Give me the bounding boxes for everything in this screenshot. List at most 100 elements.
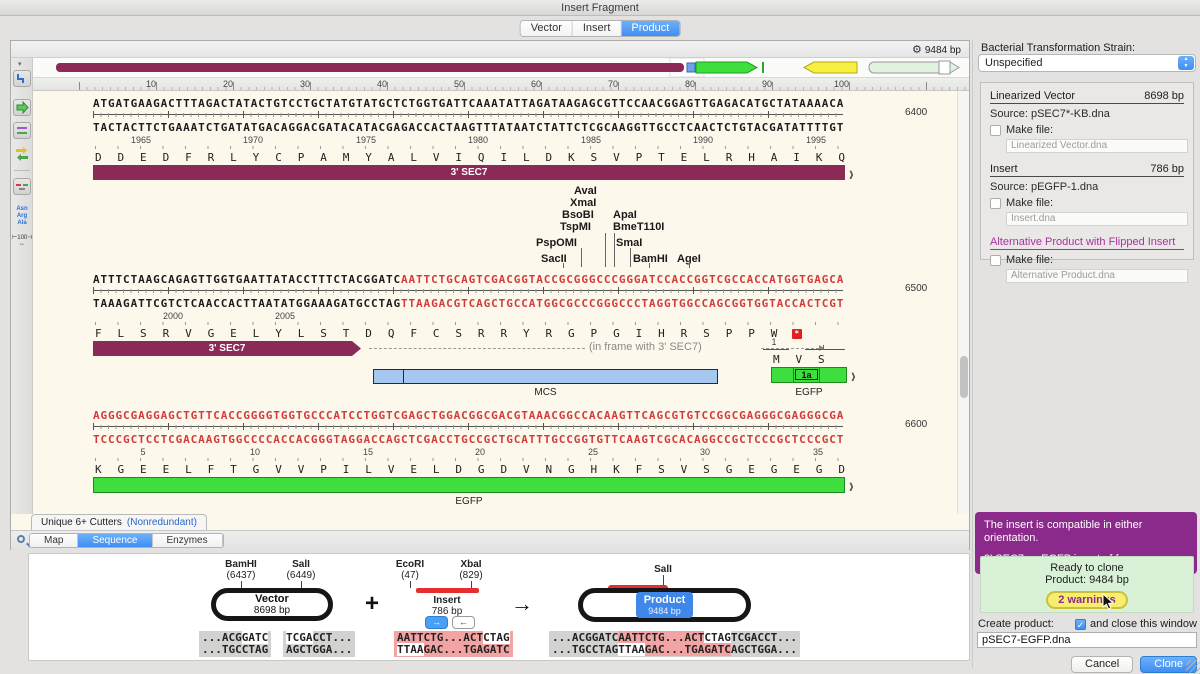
overhang-bases: TTAA (397, 643, 424, 656)
site-tick (471, 581, 472, 588)
insert-sequence-segment: TTAAGACGTCAGCTGCCATGGCGCCCGGGCCCTAGGTGGC… (401, 297, 844, 310)
strain-select[interactable]: Unspecified ▲▼ (978, 54, 1196, 72)
enzyme-label[interactable]: BmeT110I (613, 221, 664, 233)
cancel-button[interactable]: Cancel (1071, 656, 1133, 673)
dialog-buttons: Cancel Clone (975, 656, 1197, 673)
plasmid-overview-map[interactable] (11, 58, 969, 77)
aa-ruler-line (805, 349, 845, 350)
green-arrow-icon (14, 100, 30, 115)
dna-top-strand[interactable]: ATTTCTAAGCAGAGTTGGTGAATTATACCTTTCTACGGAT… (93, 273, 844, 286)
window-resize-grip[interactable] (1186, 660, 1200, 674)
enzyme-label[interactable]: PspOMI (536, 237, 577, 249)
insert-filename-field[interactable]: Insert.dna (1006, 212, 1188, 226)
insert-name: Insert (417, 595, 477, 606)
translation-arrows-button[interactable] (13, 146, 31, 167)
close-window-checkbox[interactable]: ✓ (1075, 619, 1086, 630)
section-size: 786 bp (1150, 163, 1184, 175)
make-file-label: Make file: (1006, 124, 1053, 136)
orientation-reverse-button[interactable]: ← (452, 616, 475, 629)
scroll-up-icon[interactable]: ▾ (18, 60, 22, 68)
aa-ruler-label: 5 (123, 447, 163, 457)
section-title: Alternative Product with Flipped Insert (990, 236, 1175, 248)
vertical-scrollbar[interactable] (957, 91, 969, 514)
make-alt-file-checkbox[interactable] (990, 255, 1001, 266)
insert-fragment-bar[interactable] (416, 588, 479, 593)
aa-ruler-label: 1 (759, 337, 789, 347)
aa-ruler-label: 1990 (683, 135, 723, 145)
enzyme-site-tick (630, 248, 631, 267)
dna-bottom-strand[interactable]: TAAAGATTCGTCTCAACCACTTAATATGGAAAGATGCCTA… (93, 297, 844, 310)
ruler-icon: ⊣ (27, 235, 32, 241)
dna-top-strand[interactable]: ATGATGAAGACTTTAGACTATACTGTCCTGCTATGTATGC… (93, 97, 844, 110)
site-tick (410, 581, 411, 588)
product-map[interactable]: Product 9484 bp (578, 588, 751, 622)
make-vector-file-checkbox[interactable] (990, 125, 1001, 136)
yellow-feature-overview (804, 62, 857, 73)
features-display-button[interactable] (13, 122, 31, 139)
feature-sec7[interactable]: 3' SEC7 (93, 341, 361, 356)
enzyme-set-tab[interactable]: Unique 6+ Cutters(Nonredundant) (31, 514, 207, 530)
aa-ruler-label: 1975 (346, 135, 386, 145)
feature-sec7[interactable]: 3' SEC7 (93, 165, 845, 180)
translation-row[interactable]: K G E E L F T G V V P I L V E L D G D V … (95, 463, 846, 476)
feature-egfp-start[interactable]: 1a (771, 367, 847, 383)
tab-insert[interactable]: Insert (573, 21, 622, 36)
view-tab-sequence[interactable]: Sequence (78, 534, 152, 547)
feature-egfp[interactable] (93, 477, 845, 493)
tab-vector[interactable]: Vector (521, 21, 573, 36)
primers-display-button[interactable] (13, 178, 31, 195)
enzyme-label[interactable]: BsoBI (562, 209, 594, 221)
enzyme-display-button[interactable] (13, 70, 31, 87)
enzyme-label[interactable]: ApaI (613, 209, 637, 221)
small-feature-tick (762, 62, 764, 73)
ruler-label: 10 (126, 79, 156, 89)
search-icon[interactable] (17, 535, 25, 543)
select-stepper-icon: ▲▼ (1178, 56, 1194, 70)
warnings-button[interactable]: 2 warnings (1046, 591, 1127, 609)
enzyme-label[interactable]: TspMI (560, 221, 591, 233)
translation-row[interactable]: D D E D F R L Y C P A M Y A L V I Q I L … (95, 151, 846, 164)
dna-bottom-strand[interactable]: TACTACTTCTGAAATCTGATATGACAGGACGATACATACG… (93, 121, 844, 134)
in-frame-note: (in frame with 3' SEC7) (589, 341, 702, 353)
gear-icon[interactable]: ⚙ (912, 44, 922, 56)
section-title: Linearized Vector (990, 90, 1075, 102)
aa-ruler-label: 2005 (265, 311, 305, 321)
vector-filename-field[interactable]: Linearized Vector.dna (1006, 139, 1188, 153)
alternative-product-header: Alternative Product with Flipped Insert (990, 236, 1184, 250)
dialog-title: Insert Fragment (0, 0, 1200, 16)
feature-mcs[interactable] (373, 369, 718, 384)
product-filename-input[interactable]: pSEC7-EGFP.dna (977, 632, 1197, 648)
dna-bottom-strand[interactable]: TCCCGCTCCTCGACAAGTGGCCCCACCACGGGTAGGACCA… (93, 433, 844, 446)
vector-map[interactable]: Vector 8698 bp (211, 588, 333, 621)
make-insert-file-checkbox[interactable] (990, 198, 1001, 209)
scrollbar-thumb[interactable] (960, 356, 968, 398)
position-label: 6400 (905, 107, 927, 118)
enzyme-label[interactable]: BamHI (633, 253, 668, 265)
enzyme-label[interactable]: XmaI (570, 197, 596, 209)
orf-display-button[interactable] (13, 99, 31, 116)
site-label: SalI (633, 564, 693, 575)
translation-arrows-icon (13, 146, 31, 162)
tab-product[interactable]: Product (621, 21, 679, 36)
exon-label: 1a (795, 369, 818, 380)
aa-ruler-label: 15 (348, 447, 388, 457)
result-arrow-icon: → (511, 591, 533, 617)
ruler-label: 80 (665, 79, 695, 89)
alt-filename-field[interactable]: Alternative Product.dna (1006, 269, 1188, 283)
translation-row[interactable]: M V S (773, 353, 826, 366)
width-arrows-icon: ↔ (19, 241, 25, 247)
section-size: 8698 bp (1144, 90, 1184, 102)
plus-sign: + (365, 590, 379, 618)
translation-display-button[interactable]: Asn Arg Ala (12, 206, 32, 227)
view-tab-enzymes[interactable]: Enzymes (153, 534, 223, 547)
enzyme-set-qualifier[interactable]: (Nonredundant) (127, 517, 197, 528)
enzyme-site-tick (649, 263, 650, 268)
enzyme-label[interactable]: AvaI (574, 185, 597, 197)
view-tab-map[interactable]: Map (30, 534, 78, 547)
ruler-display-button[interactable]: ⊢100⊣ ↔ (12, 234, 32, 247)
ready-status-box: Ready to clone Product: 9484 bp 2 warnin… (980, 556, 1194, 613)
dna-top-strand[interactable]: AGGGCGAGGAGCTGTTCACCGGGGTGGTGCCCATCCTGGT… (93, 409, 844, 422)
translation-row[interactable]: F L S R V G E L Y L S T D Q F C S R R Y … (95, 327, 802, 340)
orientation-forward-button[interactable]: → (425, 616, 448, 629)
reading-frame-dash (369, 348, 585, 349)
